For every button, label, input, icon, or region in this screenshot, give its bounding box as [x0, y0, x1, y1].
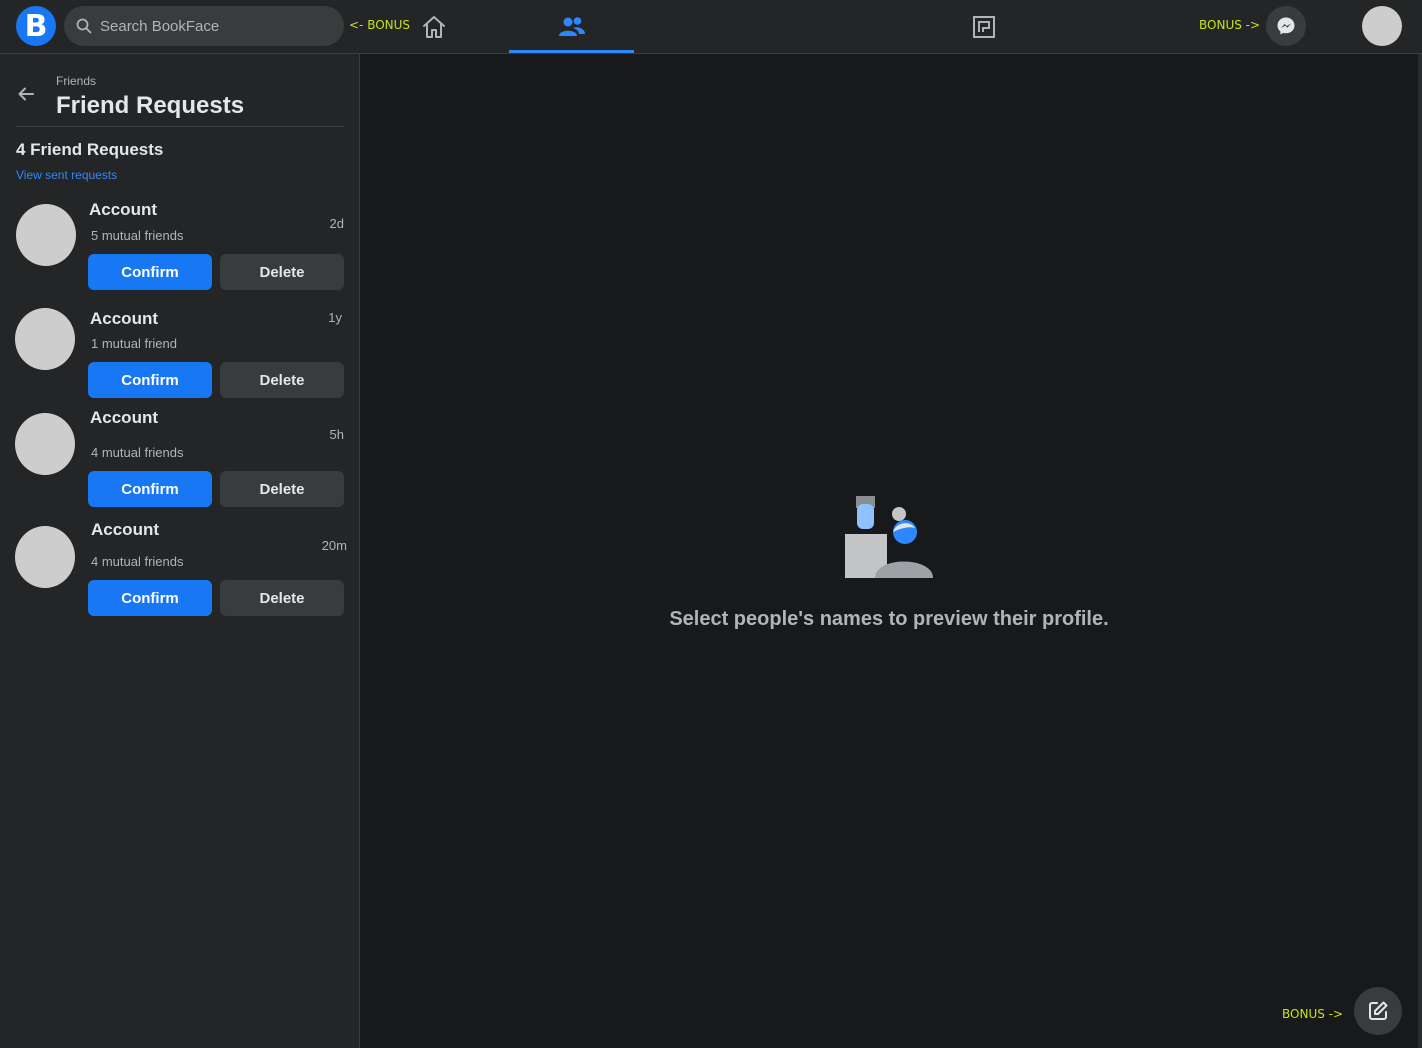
top-bar: B <- BONUS BONUS -> — [0, 0, 1422, 54]
new-message-button[interactable] — [1354, 987, 1402, 1035]
mutual-friends-count[interactable]: 1 mutual friend — [91, 336, 177, 351]
nav-friends[interactable] — [509, 0, 634, 53]
requester-name[interactable]: Account — [90, 309, 158, 329]
scrollbar-track[interactable] — [1418, 54, 1422, 1048]
delete-button[interactable]: Delete — [220, 254, 344, 290]
requester-name[interactable]: Account — [89, 200, 157, 220]
breadcrumb[interactable]: Friends — [56, 74, 96, 88]
account-avatar[interactable] — [1362, 6, 1402, 46]
gaming-icon — [973, 15, 995, 38]
mutual-friends-count[interactable]: 4 mutual friends — [91, 445, 184, 460]
compose-icon — [1369, 1001, 1388, 1020]
messenger-icon — [1277, 17, 1295, 35]
requester-name[interactable]: Account — [90, 408, 158, 428]
bookface-logo[interactable]: B — [16, 6, 56, 46]
avatar[interactable] — [15, 413, 75, 475]
back-button[interactable] — [12, 80, 40, 108]
request-time: 1y — [328, 310, 342, 325]
messenger-button[interactable] — [1266, 6, 1306, 46]
requester-name[interactable]: Account — [91, 520, 159, 540]
friend-request-item[interactable]: Account 4 mutual friends 20m Confirm Del… — [0, 520, 360, 630]
avatar[interactable] — [15, 308, 75, 370]
profile-preview-area: Select people's names to preview their p… — [360, 54, 1422, 1048]
people-illustration-icon — [845, 496, 933, 578]
home-icon — [423, 15, 445, 38]
confirm-button[interactable]: Confirm — [88, 471, 212, 507]
bonus-label-right: BONUS -> — [1199, 18, 1261, 32]
friend-request-item[interactable]: Account 4 mutual friends 5h Confirm Dele… — [0, 408, 360, 521]
bonus-label-left: <- BONUS — [349, 18, 411, 32]
avatar[interactable] — [15, 526, 75, 588]
view-sent-requests-link[interactable]: View sent requests — [16, 168, 117, 182]
request-time: 5h — [329, 427, 344, 442]
nav-active-indicator — [509, 50, 634, 53]
friend-requests-sidebar: Friends Friend Requests 4 Friend Request… — [0, 54, 360, 1048]
mutual-friends-count[interactable]: 5 mutual friends — [91, 228, 184, 243]
confirm-button[interactable]: Confirm — [88, 362, 212, 398]
bonus-label-bottom: BONUS -> — [1282, 1007, 1344, 1021]
request-count: 4 Friend Requests — [16, 140, 164, 159]
nav-home[interactable] — [414, 0, 454, 53]
request-time: 2d — [329, 216, 344, 231]
friend-request-item[interactable]: Account 1 mutual friend 1y Confirm Delet… — [0, 308, 360, 412]
friend-request-item[interactable]: Account 5 mutual friends 2d Confirm Dele… — [0, 200, 360, 304]
empty-state-message: Select people's names to preview their p… — [669, 608, 1109, 630]
search-icon — [76, 18, 92, 34]
friends-icon — [558, 16, 585, 36]
delete-button[interactable]: Delete — [220, 580, 344, 616]
search-input[interactable] — [100, 17, 320, 35]
search-box[interactable] — [64, 6, 344, 46]
avatar[interactable] — [16, 204, 76, 266]
divider — [16, 126, 344, 127]
delete-button[interactable]: Delete — [220, 471, 344, 507]
nav-gaming[interactable] — [964, 0, 1004, 53]
mutual-friends-count[interactable]: 4 mutual friends — [91, 554, 184, 569]
page-title: Friend Requests — [56, 92, 245, 119]
request-time: 20m — [321, 538, 347, 553]
delete-button[interactable]: Delete — [220, 362, 344, 398]
confirm-button[interactable]: Confirm — [88, 580, 212, 616]
back-arrow-icon — [18, 87, 34, 101]
confirm-button[interactable]: Confirm — [88, 254, 212, 290]
